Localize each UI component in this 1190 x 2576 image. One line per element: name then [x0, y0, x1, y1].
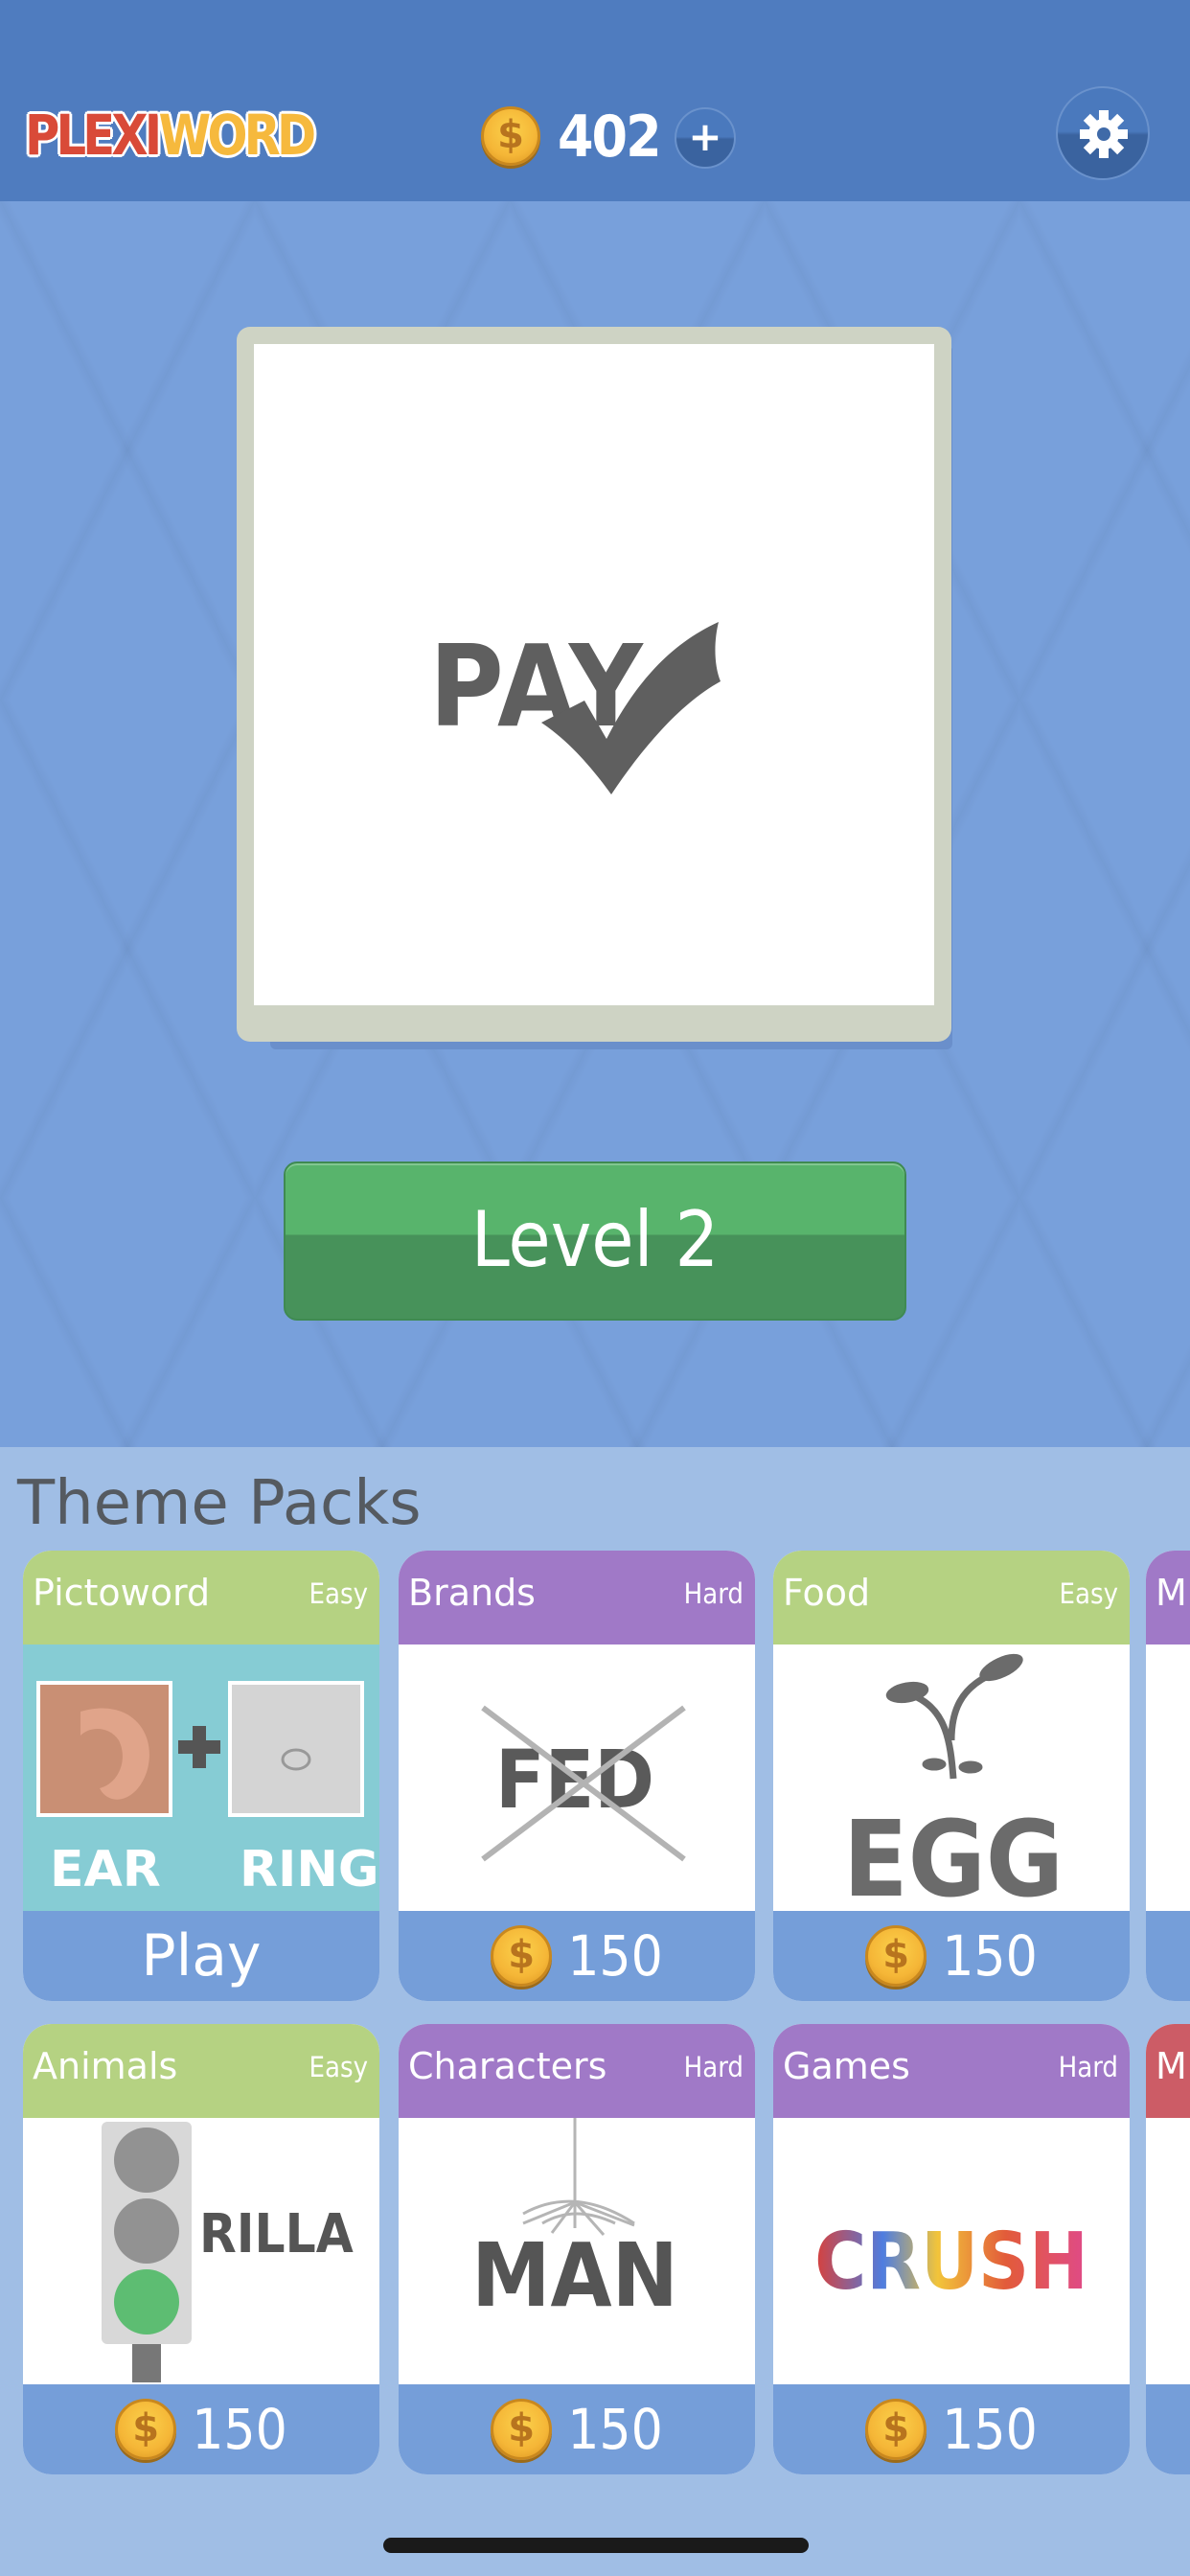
- coin-icon: [481, 106, 540, 166]
- pack-card-brands[interactable]: Brands Hard FED 150: [399, 1551, 755, 2001]
- pack-preview: FED: [399, 1644, 755, 1913]
- pack-card-games[interactable]: Games Hard CRUSH 150: [773, 2024, 1130, 2474]
- home-indicator[interactable]: [383, 2538, 809, 2553]
- section-title: Theme Packs: [17, 1468, 422, 1539]
- coin-icon: [865, 1925, 927, 1987]
- difficulty-badge: Hard: [1058, 2051, 1118, 2083]
- pack-card-characters[interactable]: Characters Hard MAN 150: [399, 2024, 755, 2474]
- difficulty-badge: Hard: [683, 1577, 744, 1610]
- pack-preview: CRUSH: [773, 2118, 1130, 2386]
- sprout-icon: [885, 1653, 1023, 1780]
- buy-pack-button[interactable]: [1146, 1911, 1190, 2001]
- pack-card-pictoword[interactable]: Pictoword Easy EAR RING Play: [23, 1551, 379, 2001]
- pack-card-partial[interactable]: M: [1146, 2024, 1190, 2474]
- pack-header: Animals Easy: [23, 2024, 379, 2118]
- coin-icon: [115, 2399, 177, 2460]
- app-logo: PLEXIWORD: [25, 103, 316, 168]
- buy-pack-button[interactable]: 150: [399, 2384, 755, 2474]
- difficulty-badge: Easy: [309, 1577, 369, 1610]
- play-button[interactable]: Play: [23, 1911, 379, 2001]
- difficulty-badge: Hard: [683, 2051, 744, 2083]
- pack-preview: [1146, 1644, 1190, 1913]
- plus-icon: [193, 1726, 206, 1768]
- buy-pack-button[interactable]: 150: [773, 1911, 1130, 2001]
- preview-word-1: EAR: [50, 1841, 161, 1898]
- preview-word: MAN: [471, 2224, 678, 2327]
- spider-web-icon: [522, 2118, 635, 2236]
- gear-icon: [1080, 110, 1128, 158]
- pack-header: Food Easy: [773, 1551, 1130, 1644]
- preview-word: CRUSH: [814, 2217, 1088, 2308]
- pack-header: Pictoword Easy: [23, 1551, 379, 1644]
- pack-preview: [1146, 2118, 1190, 2386]
- pack-preview: MAN: [399, 2118, 755, 2386]
- add-coins-button[interactable]: +: [675, 107, 736, 169]
- coin-icon: [491, 1925, 553, 1987]
- preview-word-2: RING: [240, 1841, 379, 1898]
- preview-word: RILLA: [199, 2203, 354, 2266]
- pack-header: M: [1146, 2024, 1190, 2118]
- buy-pack-button[interactable]: 150: [773, 2384, 1130, 2474]
- coin-icon: [491, 2399, 553, 2460]
- coin-balance: 402: [558, 104, 662, 171]
- preview-word: EGG: [843, 1798, 1064, 1913]
- pack-header: M: [1146, 1551, 1190, 1644]
- buy-pack-button[interactable]: [1146, 2384, 1190, 2474]
- pack-card-animals[interactable]: Animals Easy RILLA 150: [23, 2024, 379, 2474]
- difficulty-badge: Easy: [309, 2051, 369, 2083]
- pack-header: Brands Hard: [399, 1551, 755, 1644]
- pack-card-partial[interactable]: M: [1146, 1551, 1190, 2001]
- buy-pack-button[interactable]: 150: [23, 2384, 379, 2474]
- top-bar: PLEXIWORD 402 +: [0, 0, 1190, 201]
- pack-preview: RILLA: [23, 2118, 379, 2386]
- pack-card-food[interactable]: Food Easy EGG 150: [773, 1551, 1130, 2001]
- buy-pack-button[interactable]: 150: [399, 1911, 755, 2001]
- settings-button[interactable]: [1056, 86, 1150, 180]
- pack-preview: EGG: [773, 1644, 1130, 1913]
- puzzle-image: PAY: [254, 344, 934, 1005]
- pack-header: Characters Hard: [399, 2024, 755, 2118]
- theme-packs-section: Theme Packs Pictoword Easy EAR RING Play: [0, 1447, 1190, 2576]
- level-button[interactable]: Level 2: [284, 1162, 906, 1321]
- pack-header: Games Hard: [773, 2024, 1130, 2118]
- traffic-light-icon: [102, 2122, 192, 2382]
- pack-preview: EAR RING: [23, 1644, 379, 1913]
- coin-icon: [865, 2399, 927, 2460]
- difficulty-badge: Easy: [1059, 1577, 1119, 1610]
